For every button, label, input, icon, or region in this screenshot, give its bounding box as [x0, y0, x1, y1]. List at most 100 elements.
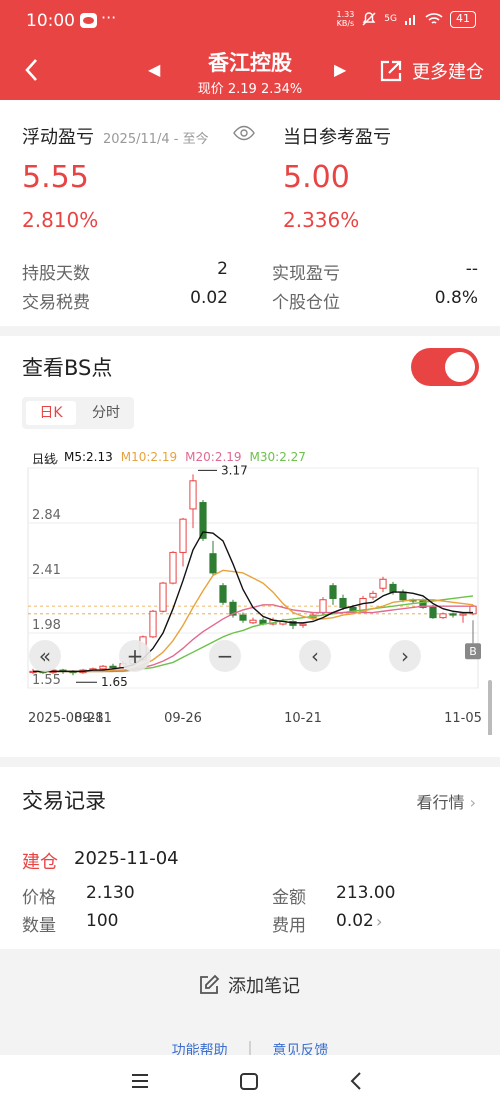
- candle-up: [149, 610, 157, 638]
- fee-chevron-icon[interactable]: ›: [376, 912, 382, 931]
- float-pnl-value: 5.55: [22, 160, 89, 195]
- candle-down: [399, 591, 407, 601]
- zoom-reset-button-glyph: «: [39, 644, 51, 668]
- scroll-right-button-glyph: ›: [401, 644, 409, 668]
- amount-label: 金额: [272, 888, 306, 908]
- candle-down: [389, 583, 397, 593]
- fee-value[interactable]: 0.02: [336, 911, 374, 931]
- scroll-left-button-glyph: ‹: [311, 644, 319, 668]
- candle-up: [319, 599, 327, 614]
- day-pnl-label: 当日参考盈亏: [283, 127, 391, 148]
- candle-up: [159, 582, 167, 612]
- stock-name: 香江控股: [208, 51, 292, 75]
- position-label: 个股仓位: [272, 293, 340, 313]
- low-label: 1.65: [101, 675, 128, 689]
- fee-label: 费用: [272, 916, 306, 936]
- header-bar: 10:00 ··· 1.33 KB/s 5G 41 ◀ 香江控股 现价 2.19…: [0, 0, 500, 100]
- back-arrow-icon[interactable]: [22, 56, 42, 84]
- candle-down: [339, 597, 347, 608]
- home-icon[interactable]: [238, 1070, 260, 1092]
- mute-icon: [362, 12, 376, 26]
- y-tick-label: 1.98: [32, 618, 61, 633]
- candle-up: [459, 613, 467, 616]
- bs-toggle[interactable]: [411, 348, 479, 386]
- x-tick-label: 09-11: [74, 711, 112, 726]
- more-notifications-icon: ···: [101, 8, 117, 27]
- candle-down: [429, 606, 437, 619]
- qty-value: 100: [86, 911, 119, 931]
- day-pnl-percent: 2.336%: [283, 208, 360, 232]
- footer-divider: |: [247, 1040, 253, 1056]
- candle-down: [109, 665, 117, 669]
- high-label: 3.17: [221, 463, 248, 477]
- realized-pnl-value: --: [465, 259, 478, 279]
- x-tick-label: 09-26: [164, 711, 202, 726]
- wifi-icon: [425, 13, 443, 24]
- scrollbar: [488, 680, 492, 735]
- candle-down: [239, 614, 247, 621]
- candle-down: [449, 613, 457, 616]
- network-speed: 1.33 KB/s: [336, 10, 355, 28]
- footer-links: 功能帮助 | 意见反馈: [0, 1040, 500, 1056]
- float-pnl-percent: 2.810%: [22, 208, 99, 232]
- price-label: 价格: [22, 888, 56, 908]
- candle-down: [209, 553, 217, 574]
- realized-pnl-label: 实现盈亏: [272, 264, 340, 284]
- battery-indicator: 41: [450, 10, 476, 28]
- menu-icon[interactable]: [130, 1070, 150, 1092]
- trade-date: 2025-11-04: [74, 848, 179, 869]
- trade-type: 建仓: [22, 852, 58, 873]
- x-tick-label: 10-21: [284, 711, 322, 726]
- more-positions-button[interactable]: 更多建仓: [378, 58, 484, 84]
- day-pnl-value: 5.00: [283, 160, 350, 195]
- tax-label: 交易税费: [22, 293, 90, 313]
- price-value: 2.130: [86, 883, 135, 903]
- edit-note-icon: [200, 974, 220, 994]
- status-time: 10:00: [26, 11, 75, 31]
- view-market-link[interactable]: 看行情 ›: [416, 789, 476, 813]
- y-tick-label: 2.84: [32, 508, 61, 523]
- b-marker-label: B: [469, 645, 477, 658]
- tab-daily-kline[interactable]: 日K: [26, 401, 76, 425]
- bs-title: 查看BS点: [22, 356, 113, 380]
- candle-up: [179, 518, 187, 553]
- next-stock-icon[interactable]: ▶: [334, 60, 346, 79]
- note-area: [0, 950, 500, 1050]
- trade-record-title: 交易记录: [22, 789, 106, 813]
- tax-value: 0.02: [190, 288, 228, 308]
- add-note-button[interactable]: 添加笔记: [198, 972, 300, 998]
- hold-days-label: 持股天数: [22, 264, 90, 284]
- current-price: 现价 2.19 2.34%: [197, 82, 303, 97]
- candle-up: [369, 592, 377, 598]
- candle-up: [439, 613, 447, 619]
- candle-up: [169, 551, 177, 584]
- y-tick-label: 1.55: [32, 673, 61, 688]
- chevron-right-icon: ›: [469, 793, 476, 812]
- candle-up: [379, 578, 387, 589]
- float-pnl-label: 浮动盈亏: [22, 127, 94, 148]
- feedback-link[interactable]: 意见反馈: [272, 1040, 328, 1056]
- qty-label: 数量: [22, 916, 56, 936]
- kline-chart[interactable]: 3.272.842.411.981.552025-08-2809-11 09-26…: [0, 460, 500, 735]
- candle-up: [299, 623, 307, 626]
- candle-down: [219, 585, 227, 603]
- y-tick-label: 2.41: [32, 563, 61, 578]
- candle-up: [99, 665, 107, 670]
- add-note-label: 添加笔记: [228, 976, 300, 997]
- more-positions-label: 更多建仓: [412, 62, 484, 83]
- candle-up: [249, 619, 257, 624]
- status-bar: 10:00 ··· 1.33 KB/s 5G 41: [0, 0, 500, 44]
- hold-days-value: 2: [217, 259, 228, 279]
- amount-value: 213.00: [336, 883, 396, 903]
- view-market-label: 看行情: [416, 793, 465, 812]
- eye-icon[interactable]: [233, 125, 255, 141]
- network-type: 5G: [384, 14, 397, 24]
- float-period: 2025/11/4 - 至今: [103, 132, 209, 147]
- position-value: 0.8%: [434, 288, 478, 308]
- tab-intraday[interactable]: 分时: [82, 401, 130, 425]
- candle-up: [189, 480, 197, 510]
- zoom-in-button-glyph: +: [127, 644, 144, 668]
- help-link[interactable]: 功能帮助: [172, 1040, 228, 1056]
- zoom-out-button-glyph: −: [217, 644, 234, 668]
- back-icon[interactable]: [347, 1070, 367, 1092]
